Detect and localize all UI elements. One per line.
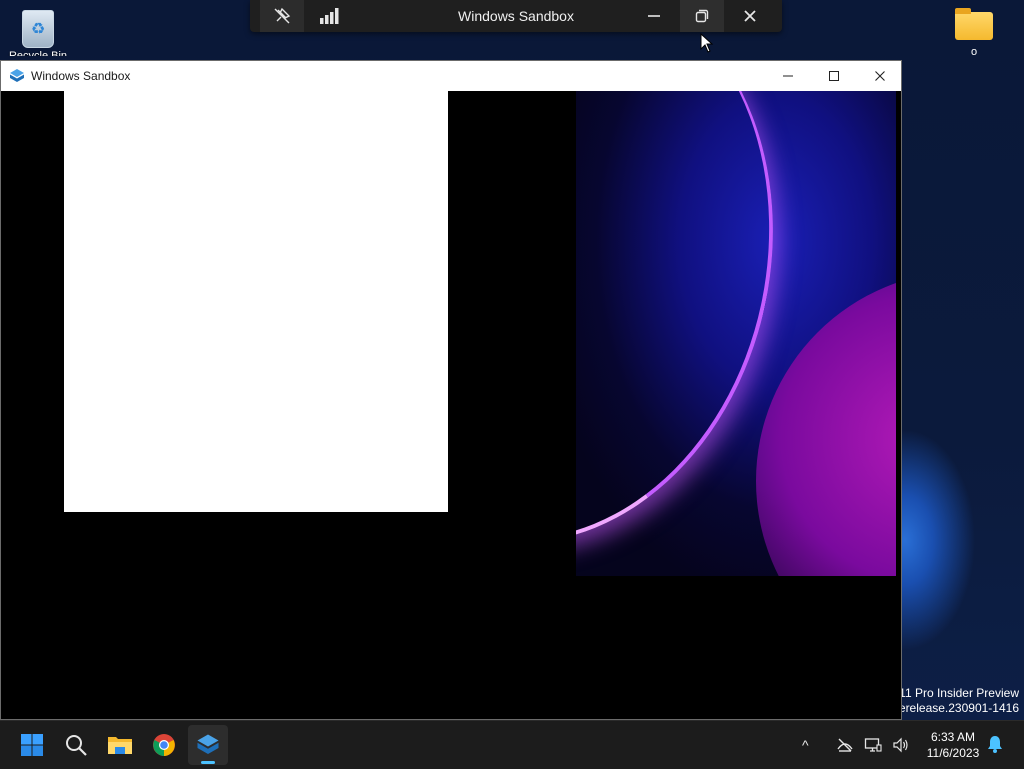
recycle-bin-icon [22, 10, 54, 48]
chrome-button[interactable] [144, 725, 184, 765]
minimize-icon [783, 75, 793, 77]
windows-sandbox-app-icon [10, 69, 24, 82]
window-titlebar[interactable]: Windows Sandbox [1, 61, 901, 91]
os-build-watermark: 11 Pro Insider Preview prerelease.230901… [888, 686, 1019, 716]
windows-start-icon [21, 734, 43, 756]
sandbox-remote-display[interactable] [1, 91, 901, 719]
notification-bell-icon[interactable] [987, 735, 1003, 753]
minimize-icon [648, 15, 660, 17]
display-icon[interactable] [864, 737, 882, 753]
recycle-bin-label: Recycle Bin [8, 50, 68, 56]
mouse-cursor-icon [700, 33, 714, 53]
watermark-line-1: 11 Pro Insider Preview [899, 686, 1019, 700]
clock-time: 6:33 AM [930, 730, 976, 744]
connection-minimize-button[interactable] [632, 0, 676, 32]
folder-icon [955, 8, 993, 40]
start-button[interactable] [12, 725, 52, 765]
windows-sandbox-icon [197, 734, 219, 754]
active-app-indicator [201, 761, 215, 764]
file-explorer-icon [108, 737, 132, 754]
sandbox-window: Windows Sandbox [0, 60, 902, 720]
chevron-up-icon: ^ [802, 737, 809, 753]
windows-sandbox-taskbar-button[interactable] [188, 725, 228, 765]
window-close-button[interactable] [857, 61, 903, 91]
connection-bar: Windows Sandbox [250, 0, 782, 32]
volume-icon[interactable] [892, 737, 910, 753]
folder-label: o [970, 46, 978, 58]
search-icon [66, 735, 87, 756]
chrome-icon [153, 734, 175, 756]
clock-date: 11/6/2023 [926, 746, 980, 760]
connection-restore-button[interactable] [680, 0, 724, 32]
connection-close-button[interactable] [728, 0, 772, 32]
network-offline-icon[interactable] [836, 737, 854, 753]
taskbar-clock[interactable]: 6:33 AM 11/6/2023 [918, 729, 988, 761]
maximize-icon [829, 71, 839, 81]
file-explorer-button[interactable] [100, 725, 140, 765]
connection-bar-title: Windows Sandbox [458, 8, 574, 24]
search-button[interactable] [56, 725, 96, 765]
system-tray [836, 721, 910, 769]
window-title: Windows Sandbox [31, 69, 131, 83]
watermark-line-2: prerelease.230901-1416 [888, 701, 1019, 715]
restore-icon [695, 9, 709, 23]
window-maximize-button[interactable] [811, 61, 857, 91]
pin-icon [274, 7, 291, 24]
folder-shortcut[interactable]: o [948, 8, 1000, 58]
recycle-bin-shortcut[interactable]: Recycle Bin [6, 6, 70, 56]
sandbox-wallpaper-region [576, 91, 896, 576]
signal-icon [320, 8, 339, 24]
window-minimize-button[interactable] [765, 61, 811, 91]
pin-button[interactable] [260, 0, 304, 32]
taskbar: ^ 6:33 AM 11/6/2023 [0, 720, 1024, 769]
blank-window-region [64, 91, 448, 512]
close-icon [744, 10, 756, 22]
show-hidden-icons-button[interactable]: ^ [802, 721, 809, 769]
close-icon [875, 71, 885, 81]
connection-quality-button[interactable] [308, 0, 352, 32]
wallpaper-glow [756, 271, 896, 576]
